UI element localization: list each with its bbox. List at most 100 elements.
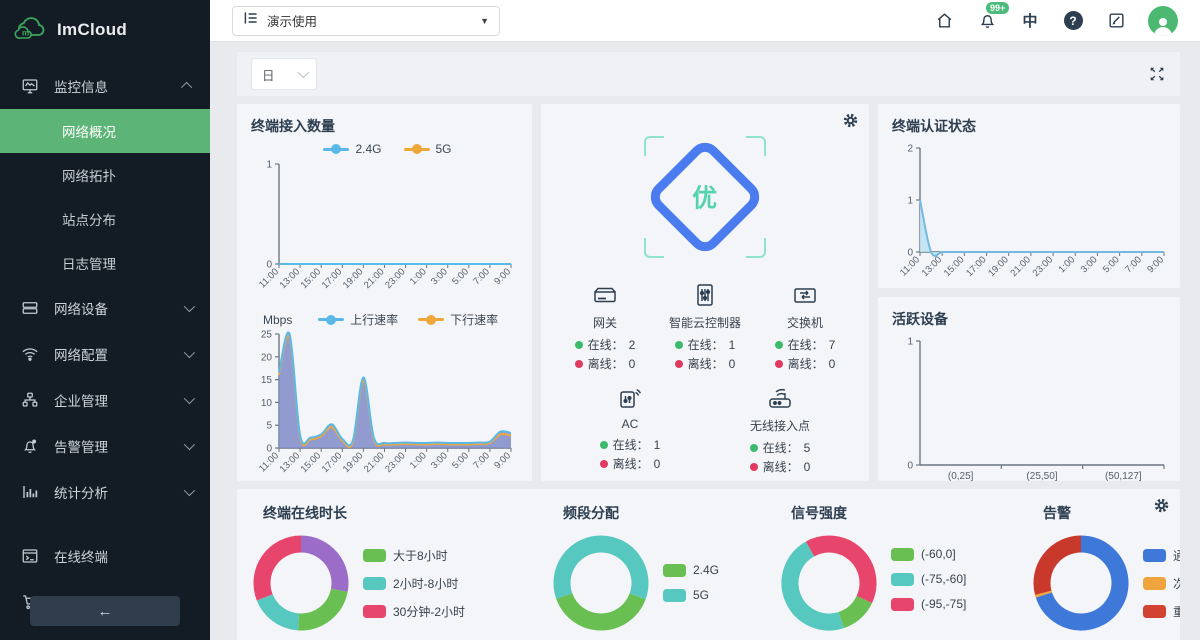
legend-item[interactable]: 5G: [404, 142, 452, 156]
sidebar-item-monitor-info[interactable]: 监控信息: [0, 63, 210, 109]
home-button[interactable]: [933, 10, 955, 32]
logo: m ImCloud: [0, 0, 210, 63]
legend-marker: [418, 318, 444, 321]
main-area: 演示使用 ▼ 99+ 中 ?: [210, 0, 1200, 640]
svg-text:17:00: 17:00: [964, 254, 989, 279]
sidebar: m ImCloud 监控信息 网络概况 网络拓扑 站点分布: [0, 0, 210, 640]
sidebar-item-network-devices[interactable]: 网络设备: [0, 285, 210, 331]
svg-text:19:00: 19:00: [341, 266, 366, 291]
period-select[interactable]: 日: [251, 58, 317, 90]
device-cloud-controller[interactable]: 智能云控制器 在线：1 离线：0: [655, 280, 755, 373]
online-dot: [775, 341, 783, 349]
section-alarms: 告警 通知 次要 重要: [1033, 503, 1180, 631]
legend-item[interactable]: 2.4G: [323, 142, 381, 156]
card-title: 终端认证状态: [892, 116, 1172, 136]
notifications-button[interactable]: 99+: [976, 10, 998, 32]
online-duration-donut: [253, 535, 349, 631]
svg-text:23:00: 23:00: [383, 450, 408, 475]
offline-count: 0: [829, 355, 836, 374]
svg-text:3:00: 3:00: [1079, 254, 1100, 275]
section-online-duration: 终端在线时长 大于8小时 2小时-8小时 30分钟-2小时: [253, 503, 553, 631]
svg-text:15: 15: [261, 375, 273, 386]
rate-legend-row: Mbps 上行速率 下行速率: [251, 311, 524, 328]
svg-text:(0,25]: (0,25]: [948, 471, 974, 481]
legend-item[interactable]: 2小时-8小时: [363, 575, 465, 592]
network-health-indicator: 优: [555, 118, 855, 276]
svg-text:15:00: 15:00: [299, 266, 324, 291]
access-count-chart: 0111:0013:0015:0017:0019:0021:0023:001:0…: [251, 158, 521, 304]
traffic-rate-chart: 051015202511:0013:0015:0017:0019:0021:00…: [251, 328, 521, 481]
language-button[interactable]: 中: [1019, 10, 1041, 32]
sidebar-item-network-config[interactable]: 网络配置: [0, 331, 210, 377]
sidebar-collapse-button[interactable]: ←: [30, 596, 180, 626]
sidebar-item-label: 统计分析: [54, 482, 184, 502]
svg-text:5:00: 5:00: [450, 450, 471, 471]
sidebar-item-label: 告警管理: [54, 436, 184, 456]
legend-swatch: [663, 589, 686, 602]
topbar-actions: 99+ 中 ?: [933, 6, 1178, 36]
svg-text:1: 1: [907, 196, 913, 207]
feedback-button[interactable]: [1105, 10, 1127, 32]
device-gateway[interactable]: 网关 在线：2 离线：0: [555, 280, 655, 373]
card-title: 活跃设备: [892, 309, 1172, 329]
device-switch[interactable]: 交换机 在线：7 离线：0: [755, 280, 855, 373]
sidebar-item-online-terminals[interactable]: 在线终端: [0, 533, 210, 579]
alarms-donut: [1033, 535, 1129, 631]
svg-text:15:00: 15:00: [299, 450, 324, 475]
device-name: 交换机: [787, 314, 823, 331]
access-point-icon: [766, 383, 794, 413]
legend-item[interactable]: (-60,0]: [891, 547, 966, 561]
org-selector[interactable]: 演示使用 ▼: [232, 6, 500, 36]
sidebar-subitem-log-management[interactable]: 日志管理: [0, 241, 210, 285]
legend-item[interactable]: 2.4G: [663, 563, 719, 577]
ac-icon: [617, 383, 643, 413]
svg-text:19:00: 19:00: [341, 450, 366, 475]
sidebar-subitem-site-distribution[interactable]: 站点分布: [0, 197, 210, 241]
help-button[interactable]: ?: [1062, 10, 1084, 32]
user-avatar[interactable]: [1148, 6, 1178, 36]
question-icon: ?: [1064, 11, 1083, 30]
subitem-label: 网络概况: [62, 121, 116, 141]
online-dot: [675, 341, 683, 349]
sidebar-item-label: 企业管理: [54, 390, 184, 410]
fullscreen-button[interactable]: [1148, 65, 1166, 83]
sidebar-item-statistics[interactable]: 统计分析: [0, 469, 210, 515]
legend-item[interactable]: 通知: [1143, 547, 1180, 564]
svg-text:11:00: 11:00: [898, 254, 922, 278]
legend-swatch: [1143, 605, 1166, 618]
legend-item[interactable]: (-95,-75]: [891, 597, 966, 611]
card-network-health: 优 网关 在线：2 离线：0: [541, 104, 869, 481]
bell-icon: [20, 436, 40, 456]
legend-item[interactable]: 下行速率: [418, 311, 498, 328]
chevron-down-icon: [184, 347, 195, 358]
subitem-label: 日志管理: [62, 253, 116, 273]
svg-text:2: 2: [907, 144, 913, 155]
legend-item[interactable]: 重要: [1143, 603, 1180, 620]
cards-row: 终端接入数量 2.4G 5G 0111:0013:0015:0017:0019:…: [237, 104, 1180, 481]
svg-text:1:00: 1:00: [408, 450, 429, 471]
settings-gear-icon[interactable]: [1153, 497, 1170, 519]
legend-item[interactable]: (-75,-60]: [891, 572, 966, 586]
auth-status-chart: 01211:0013:0015:0017:0019:0021:0023:001:…: [892, 142, 1174, 288]
sidebar-item-alarm-management[interactable]: 告警管理: [0, 423, 210, 469]
sidebar-subitem-network-overview[interactable]: 网络概况: [0, 109, 210, 153]
y-axis-unit: Mbps: [263, 313, 292, 327]
svg-text:3:00: 3:00: [429, 450, 450, 471]
svg-text:1:00: 1:00: [408, 266, 429, 287]
legend-swatch: [363, 549, 386, 562]
legend-item[interactable]: 次要: [1143, 575, 1180, 592]
svg-text:m: m: [22, 29, 29, 38]
svg-text:7:00: 7:00: [471, 450, 492, 471]
org-name: 演示使用: [267, 11, 472, 30]
device-wireless-ap[interactable]: 无线接入点 在线：5 离线：0: [705, 383, 855, 476]
offline-dot: [750, 463, 758, 471]
legend-item[interactable]: 大于8小时: [363, 547, 465, 564]
legend-item[interactable]: 5G: [663, 588, 719, 602]
sidebar-subitem-network-topology[interactable]: 网络拓扑: [0, 153, 210, 197]
legend-item[interactable]: 30分钟-2小时: [363, 603, 465, 620]
offline-count: 0: [804, 458, 811, 477]
sidebar-item-enterprise-management[interactable]: 企业管理: [0, 377, 210, 423]
legend-item[interactable]: 上行速率: [318, 311, 398, 328]
device-ac[interactable]: AC 在线：1 离线：0: [555, 383, 705, 476]
active-devices-chart: 01(0,25](25,50](50,127]: [892, 335, 1174, 481]
